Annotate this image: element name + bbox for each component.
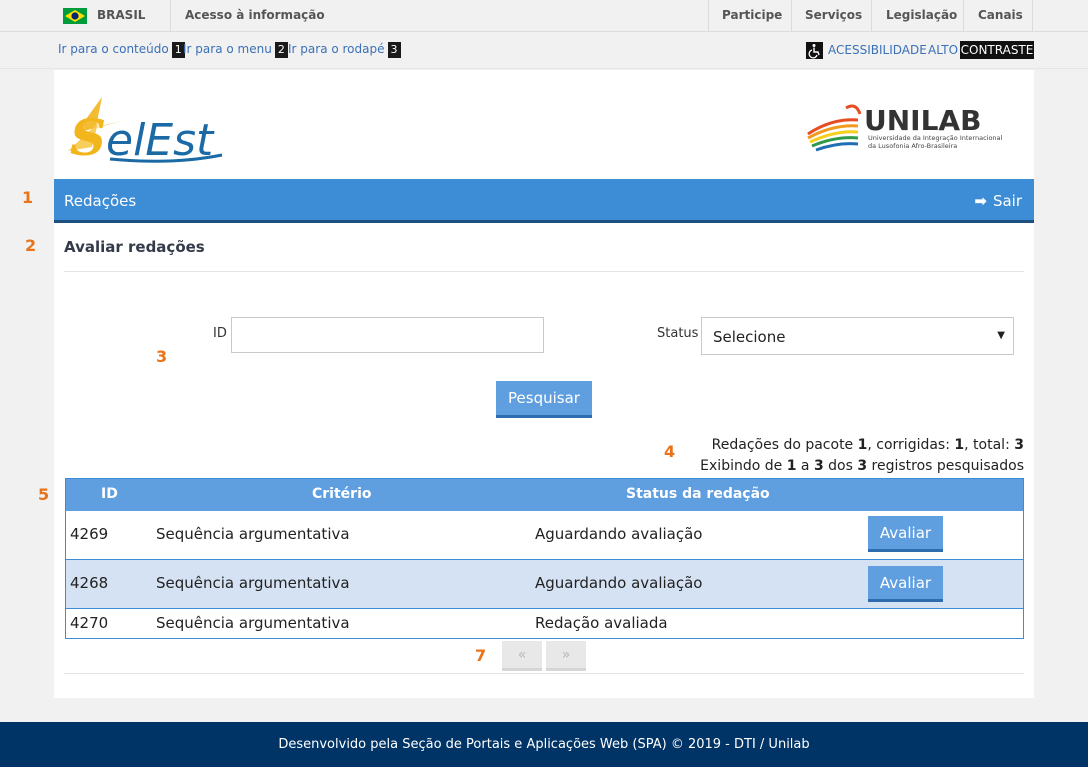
arrow-right-icon: ➡ [974, 192, 987, 210]
selest-logo-s: S [70, 108, 106, 167]
divider [1032, 0, 1033, 32]
brazil-flag-icon [63, 8, 87, 24]
acesso-informacao-link[interactable]: Acesso à informação [185, 8, 325, 22]
annotation-1: 1 [22, 188, 34, 207]
table-header: ID Critério Status da redação [66, 479, 1023, 511]
cell-status: Redação avaliada [535, 614, 668, 632]
unilab-logo-subtitle-2: da Lusofonia Afro-Brasileira [868, 142, 957, 150]
table-row: 4269 Sequência argumentativa Aguardando … [66, 511, 1023, 559]
status-label: Status [657, 326, 699, 341]
gov-brasil-link[interactable]: BRASIL [97, 8, 145, 22]
unilab-logo: UNILAB Universidade da Integração Intern… [807, 104, 1003, 152]
wheelchair-icon [806, 42, 823, 59]
skip-to-footer-link[interactable]: Ir para o rodapé 3 [288, 42, 401, 58]
cell-id: 4269 [70, 525, 109, 543]
acessibilidade-link[interactable]: ACESSIBILIDADE [828, 43, 927, 57]
annotation-7: 7 [475, 646, 487, 665]
skip-to-content-link[interactable]: Ir para o conteúdo 1 [58, 42, 185, 58]
cell-status: Aguardando avaliação [535, 525, 703, 543]
essays-table: ID Critério Status da redação 4269 Sequê… [65, 478, 1024, 639]
divider [963, 0, 964, 32]
divider [64, 271, 1024, 272]
gov-bar: BRASIL Acesso à informação Participe Ser… [0, 0, 1088, 32]
servicos-link[interactable]: Serviços [805, 8, 862, 22]
cell-status: Aguardando avaliação [535, 574, 703, 592]
skip-to-menu-link[interactable]: Ir para o menu 2 [183, 42, 288, 58]
cell-id: 4270 [70, 614, 109, 632]
divider [871, 0, 872, 32]
alto-contraste-link[interactable]: ALTO [928, 43, 958, 57]
divider [64, 673, 1024, 674]
contraste-link[interactable]: CONTRASTE [960, 41, 1034, 59]
unilab-logo-text: UNILAB [864, 104, 981, 137]
canais-link[interactable]: Canais [978, 8, 1023, 22]
id-label: ID [213, 326, 227, 341]
id-input[interactable] [231, 317, 544, 353]
avaliar-button[interactable]: Avaliar [868, 516, 943, 552]
search-button[interactable]: Pesquisar [496, 381, 592, 418]
divider [791, 0, 792, 32]
divider [708, 0, 709, 32]
package-summary: Redações do pacote 1, corrigidas: 1, tot… [711, 437, 1024, 453]
footer: Desenvolvido pela Seção de Portais e Apl… [0, 722, 1088, 767]
logout-button[interactable]: ➡ Sair [974, 192, 1022, 210]
page-subtitle: Avaliar redações [64, 238, 205, 256]
prev-page-button[interactable]: « [502, 641, 542, 671]
menu-title: Redações [64, 192, 137, 210]
header-status[interactable]: Status da redação [626, 486, 770, 502]
status-select-value: Selecione [713, 328, 786, 346]
cell-criterio: Sequência argumentativa [156, 574, 350, 592]
header-criterio[interactable]: Critério [312, 486, 372, 502]
next-page-button[interactable]: » [546, 641, 586, 671]
annotation-3: 3 [156, 347, 168, 366]
caret-down-icon: ▼ [997, 330, 1005, 341]
cell-criterio: Sequência argumentativa [156, 614, 350, 632]
divider [170, 0, 171, 32]
records-summary: Exibindo de 1 a 3 dos 3 registros pesqui… [700, 458, 1024, 474]
annotation-2: 2 [25, 236, 37, 255]
table-row: 4270 Sequência argumentativa Redação ava… [66, 609, 1023, 638]
avaliar-button[interactable]: Avaliar [868, 566, 943, 602]
selest-logo: S elEst [68, 97, 223, 167]
table-row: 4268 Sequência argumentativa Aguardando … [66, 559, 1023, 609]
legislacao-link[interactable]: Legislação [886, 8, 957, 22]
annotation-4: 4 [664, 442, 676, 461]
unilab-logo-subtitle-1: Universidade da Integração Internacional [868, 134, 1003, 142]
cell-criterio: Sequência argumentativa [156, 525, 350, 543]
participe-link[interactable]: Participe [722, 8, 782, 22]
status-select[interactable]: Selecione ▼ [701, 317, 1014, 355]
cell-id: 4268 [70, 574, 109, 592]
menu-bar: Redações ➡ Sair [54, 179, 1034, 223]
header-id[interactable]: ID [101, 486, 118, 502]
annotation-5: 5 [38, 485, 50, 504]
